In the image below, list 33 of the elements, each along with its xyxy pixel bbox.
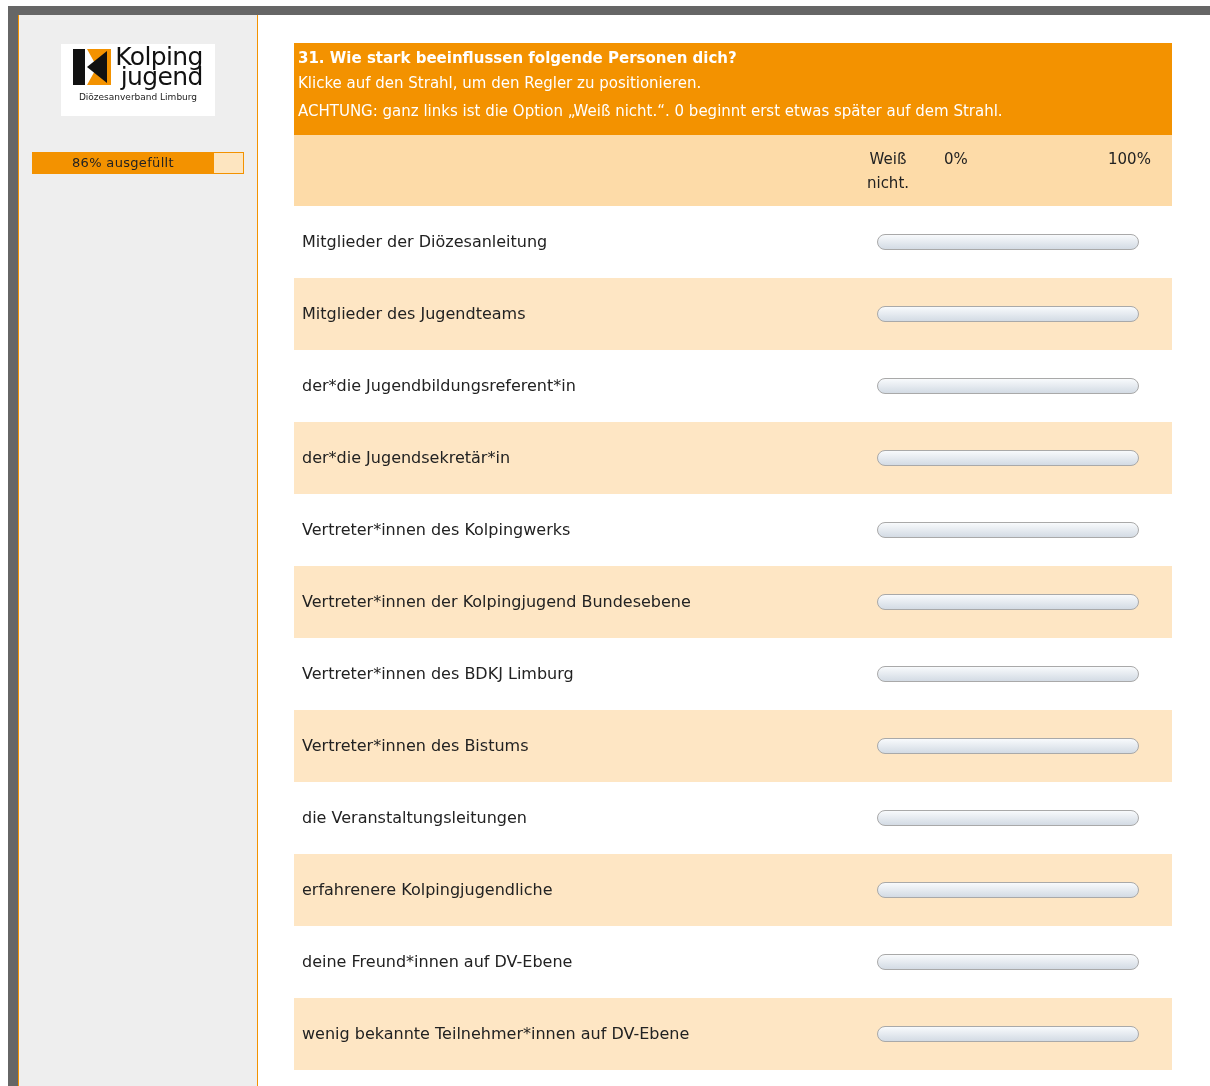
slider-track[interactable] [877,738,1139,754]
row-label: wenig bekannte Teilnehmer*innen auf DV-Ebene [302,1023,690,1045]
row-label: deine Freund*innen auf DV-Ebene [302,951,573,973]
slider-track[interactable] [877,666,1139,682]
question-hint: Klicke auf den Strahl, um den Regler zu positionieren. [298,73,703,94]
row-label: Vertreter*innen der Kolpingjugend Bundesebene [302,591,691,613]
slider-track[interactable] [877,954,1139,970]
row-label: Mitglieder des Jugendteams [302,303,526,325]
slider-track[interactable] [877,378,1139,394]
row-label: Mitglieder der Diözesanleitung [302,231,548,253]
row-label: der*die Jugendsekretär*in [302,447,511,469]
row-label: Vertreter*innen des Kolpingwerks [302,519,571,541]
logo-subtitle: Diözesanverband Limburg [78,91,198,104]
slider-track[interactable] [877,522,1139,538]
row-label: die Veranstaltungsleitungen [302,807,527,829]
slider-track[interactable] [877,594,1139,610]
question-title: 31. Wie stark beeinflussen folgende Personen dich? [298,48,738,69]
row-label: der*die Jugendbildungsreferent*in [302,375,576,397]
slider-track[interactable] [877,810,1139,826]
slider-track[interactable] [877,450,1139,466]
slider-track[interactable] [877,1026,1139,1042]
scale-label: 0% [944,149,968,170]
logo-icon [73,47,112,85]
slider-track[interactable] [877,882,1139,898]
slider-track[interactable] [877,234,1139,250]
scale-label: Weiß nicht. [865,149,911,194]
progress-label: 86% ausgefüllt [71,154,175,172]
question-warning: ACHTUNG: ganz links ist die Option „Weiß nicht.“. 0 beginnt erst etwas später auf dem Strahl. [298,101,1004,122]
row-label: erfahrenere Kolpingjugendliche [302,879,553,901]
row-label: Vertreter*innen des Bistums [302,735,529,757]
row-label: Vertreter*innen des BDKJ Limburg [302,663,574,685]
slider-track[interactable] [877,306,1139,322]
scale-label: 100% [1108,149,1151,170]
